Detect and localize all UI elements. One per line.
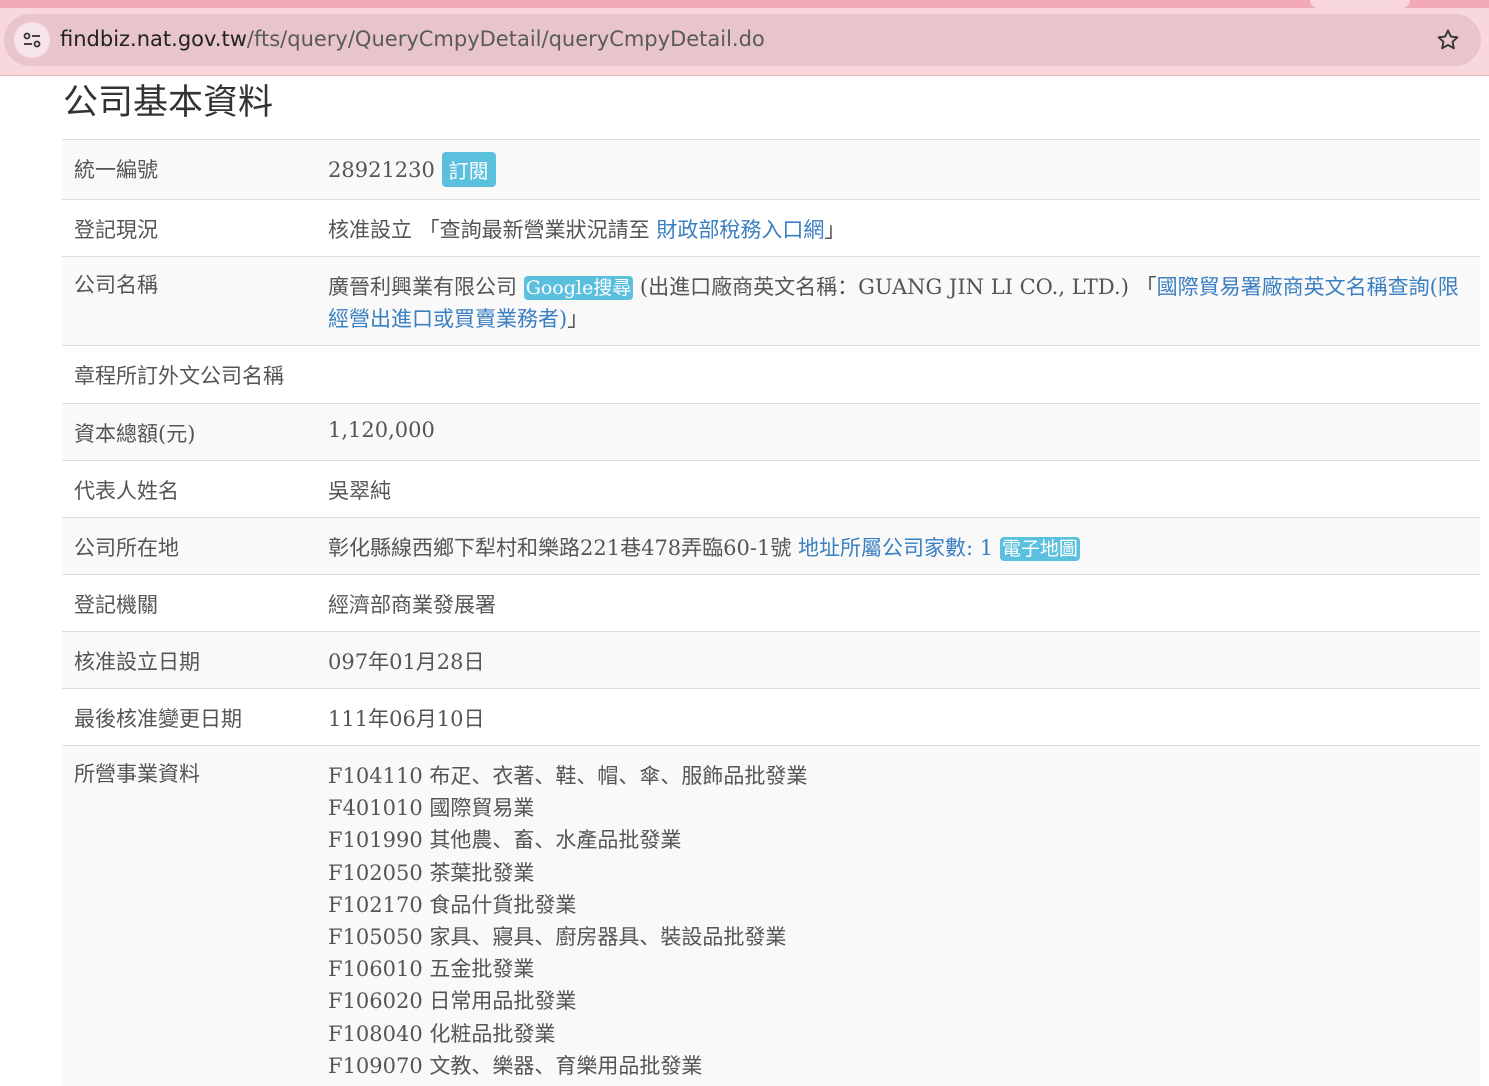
row-label: 登記機關 <box>62 574 316 632</box>
tax-portal-link[interactable]: 財政部稅務入口網 <box>656 218 824 242</box>
trade-suffix: 」 <box>567 307 589 331</box>
business-item: F102050 茶葉批發業 <box>328 860 535 885</box>
address-count-link[interactable]: 地址所屬公司家數: 1 <box>798 536 993 560</box>
google-search-button[interactable]: Google搜尋 <box>523 276 634 300</box>
row-label: 統一編號 <box>62 139 316 200</box>
table-row: 核准設立日期 097年01月28日 <box>62 631 1480 689</box>
row-label: 核准設立日期 <box>62 631 316 689</box>
business-item: F106010 五金批發業 <box>328 957 535 982</box>
business-item: F101990 其他農、畜、水產品批發業 <box>328 828 682 853</box>
table-row: 代表人姓名 吳翠純 <box>62 460 1480 518</box>
row-label: 最後核准變更日期 <box>62 688 316 746</box>
business-item: F106020 日常用品批發業 <box>328 989 577 1014</box>
business-item: F104110 布疋、衣著、鞋、帽、傘、服飾品批發業 <box>328 764 808 788</box>
table-row: 所營事業資料 F104110 布疋、衣著、鞋、帽、傘、服飾品批發業 F40101… <box>62 745 1480 1086</box>
table-row: 公司所在地 彰化縣線西鄉下犁村和樂路221巷478弄臨60-1號 地址所屬公司家… <box>62 517 1480 575</box>
table-row: 最後核准變更日期 111年06月10日 <box>62 688 1480 746</box>
row-label: 登記現況 <box>62 199 316 257</box>
address-bar[interactable]: findbiz.nat.gov.tw/fts/query/QueryCmpyDe… <box>4 14 1481 66</box>
table-row: 章程所訂外文公司名稱 <box>62 345 1480 404</box>
table-row: 登記現況 核准設立 「查詢最新營業狀況請至 財政部稅務入口網」 <box>62 199 1480 257</box>
row-value: 吳翠純 <box>316 460 1480 518</box>
table-row: 登記機關 經濟部商業發展署 <box>62 574 1480 632</box>
star-icon[interactable] <box>1435 27 1461 53</box>
tab-strip <box>0 0 1489 8</box>
page-content: 公司基本資料 統一編號 28921230 訂閱 登記現況 核准設立 「查詢最新營… <box>62 77 1480 1086</box>
tune-icon[interactable] <box>14 22 50 58</box>
table-row: 統一編號 28921230 訂閱 <box>62 139 1480 200</box>
row-value: 111年06月10日 <box>316 688 1480 746</box>
url-host: findbiz.nat.gov.tw <box>60 27 247 51</box>
page-title: 公司基本資料 <box>63 83 274 123</box>
browser-toolbar: findbiz.nat.gov.tw/fts/query/QueryCmpyDe… <box>0 0 1489 76</box>
row-value <box>316 345 1480 404</box>
row-value: 核准設立 「查詢最新營業狀況請至 財政部稅務入口網」 <box>316 199 1480 257</box>
row-label: 代表人姓名 <box>62 460 316 518</box>
business-item: F109070 文教、樂器、育樂用品批發業 <box>328 1053 703 1078</box>
business-item: F102170 食品什貨批發業 <box>328 892 577 917</box>
tab-gap <box>1310 0 1410 8</box>
row-value: 1,120,000 <box>316 403 1480 461</box>
status-suffix: 」 <box>824 218 846 242</box>
row-label: 公司名稱 <box>62 256 316 346</box>
row-label: 公司所在地 <box>62 517 316 575</box>
url-path: /fts/query/QueryCmpyDetail/queryCmpyDeta… <box>246 27 765 51</box>
row-value: F104110 布疋、衣著、鞋、帽、傘、服飾品批發業 F401010 國際貿易業… <box>316 745 1480 1086</box>
business-item: F108040 化粧品批發業 <box>328 1021 556 1046</box>
row-value: 彰化縣線西鄉下犁村和樂路221巷478弄臨60-1號 地址所屬公司家數: 1 電… <box>316 517 1480 575</box>
subscribe-button[interactable]: 訂閱 <box>441 152 496 187</box>
row-value: 廣晉利興業有限公司 Google搜尋 (出進口廠商英文名稱：GUANG JIN … <box>316 256 1480 346</box>
row-label: 章程所訂外文公司名稱 <box>62 345 316 404</box>
row-value: 28921230 訂閱 <box>316 139 1480 200</box>
url-text[interactable]: findbiz.nat.gov.tw/fts/query/QueryCmpyDe… <box>60 27 765 51</box>
company-info-table: 統一編號 28921230 訂閱 登記現況 核准設立 「查詢最新營業狀況請至 財… <box>62 139 1480 1086</box>
row-label: 所營事業資料 <box>62 745 316 1086</box>
map-button[interactable]: 電子地圖 <box>999 537 1080 561</box>
ubn-value: 28921230 <box>328 158 435 182</box>
status-text: 核准設立 「查詢最新營業狀況請至 <box>328 218 657 242</box>
row-value: 097年01月28日 <box>316 631 1480 689</box>
table-row: 資本總額(元) 1,120,000 <box>62 403 1480 461</box>
address-text: 彰化縣線西鄉下犁村和樂路221巷478弄臨60-1號 <box>328 536 799 560</box>
row-value: 經濟部商業發展署 <box>316 574 1480 632</box>
table-row: 公司名稱 廣晉利興業有限公司 Google搜尋 (出進口廠商英文名稱：GUANG… <box>62 256 1480 346</box>
english-name-note: (出進口廠商英文名稱：GUANG JIN LI CO., LTD.) 「 <box>639 275 1157 299</box>
company-name: 廣晉利興業有限公司 <box>328 275 517 299</box>
row-label: 資本總額(元) <box>62 403 316 461</box>
business-item: F401010 國際貿易業 <box>328 796 535 821</box>
business-item: F105050 家具、寢具、廚房器具、裝設品批發業 <box>328 925 787 950</box>
